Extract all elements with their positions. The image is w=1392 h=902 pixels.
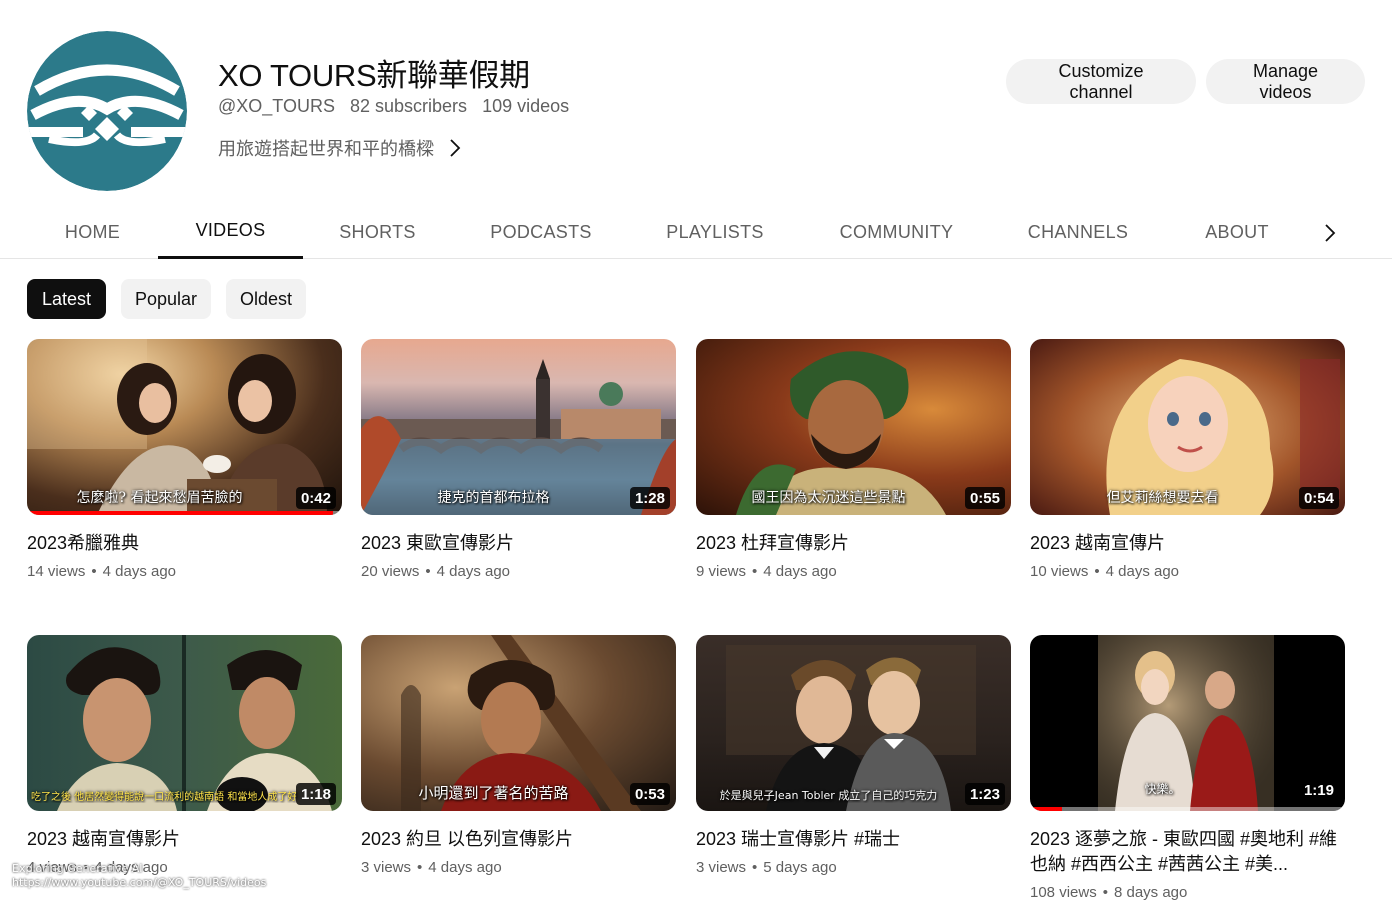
- video-card[interactable]: 捷克的首都布拉格 1:28 2023 東歐宣傳影片 20 views • 4 day…: [361, 339, 676, 580]
- video-thumbnail[interactable]: 怎麼啦? 看起來愁眉苦臉的 0:42: [27, 339, 342, 515]
- video-thumbnail[interactable]: 捷克的首都布拉格 1:28: [361, 339, 676, 515]
- thumbnail-art: [726, 645, 976, 811]
- video-duration: 0:54: [1298, 487, 1339, 509]
- video-thumbnail[interactable]: 吃了之後 他居然變得能說一口流利的越南語 和當地人成了好 1:18: [27, 635, 342, 811]
- channel-header: XO TOURS新聯華假期 @XO_TOURS 82 subscribers 1…: [0, 0, 1392, 205]
- video-title[interactable]: 2023希臘雅典: [27, 531, 342, 556]
- tab-channels[interactable]: CHANNELS: [1013, 205, 1143, 259]
- video-thumbnail[interactable]: 小明還到了著名的苦路 0:53: [361, 635, 676, 811]
- status-line-title: Exploring Generative AI: [12, 862, 143, 875]
- view-count: 3 views: [361, 859, 412, 876]
- video-card[interactable]: 怎麼啦? 看起來愁眉苦臉的 0:42 2023希臘雅典 14 views • 4 d…: [27, 339, 342, 580]
- video-stats: 108 views • 8 days ago: [1030, 884, 1188, 901]
- upload-age: 5 days ago: [763, 859, 837, 876]
- upload-age: 4 days ago: [763, 563, 837, 580]
- filter-latest-chip[interactable]: Latest: [27, 279, 106, 319]
- subscriber-count: 82 subscribers: [349, 96, 468, 116]
- video-title[interactable]: 2023 杜拜宣傳影片: [696, 531, 1011, 556]
- thumbnail-art: [57, 635, 332, 811]
- video-title[interactable]: 2023 越南宣傳影片: [27, 827, 342, 852]
- video-duration: 1:23: [964, 783, 1005, 805]
- thumbnail-caption: 於是與兒子Jean Tobler 成立了自己的巧克力: [719, 789, 938, 802]
- video-duration: 0:55: [964, 487, 1005, 509]
- video-stats: 10 views • 4 days ago: [1030, 563, 1180, 580]
- video-title[interactable]: 2023 瑞士宣傳影片 #瑞士: [696, 827, 1011, 852]
- video-duration: 1:28: [629, 487, 670, 509]
- video-stats: 3 views • 5 days ago: [696, 859, 837, 876]
- video-thumbnail[interactable]: 但艾莉絲想要去看 0:54: [1030, 339, 1345, 515]
- video-stats: 9 views • 4 days ago: [696, 563, 837, 580]
- video-stats: 3 views • 4 days ago: [361, 859, 502, 876]
- thumbnail-caption: 小明還到了著名的苦路: [418, 784, 569, 802]
- view-count: 3 views: [696, 859, 747, 876]
- status-line-url: https://www.youtube.com/@XO_TOURS/videos: [12, 876, 267, 889]
- thumbnail-caption: 吃了之後 他居然變得能說一口流利的越南語 和當地人成了好: [31, 792, 298, 803]
- customize-channel-button[interactable]: Customize channel: [1006, 59, 1196, 104]
- video-title[interactable]: 2023 逐夢之旅 - 東歐四國 #奧地利 #維也納 #西西公主 #茜茜公主 #…: [1030, 827, 1345, 877]
- video-card[interactable]: 快樂。 1:19 2023 逐夢之旅 - 東歐四國 #奧地利 #維也納 #西西公…: [1030, 635, 1345, 901]
- tab-home[interactable]: HOME: [40, 205, 145, 259]
- watch-progress-track: [1030, 807, 1345, 811]
- video-title[interactable]: 2023 約旦 以色列宣傳影片: [361, 827, 676, 852]
- video-count: 109 videos: [482, 96, 570, 116]
- channel-description-text: 用旅遊搭起世界和平的橋樑: [218, 139, 434, 159]
- filter-oldest-chip[interactable]: Oldest: [226, 279, 306, 319]
- video-thumbnail[interactable]: 國王因為太沉迷這些景點 0:55: [696, 339, 1011, 515]
- channel-tabs: HOME VIDEOS SHORTS PODCASTS PLAYLISTS CO…: [0, 205, 1392, 259]
- video-title[interactable]: 2023 東歐宣傳影片: [361, 531, 676, 556]
- video-card[interactable]: 小明還到了著名的苦路 0:53 2023 約旦 以色列宣傳影片 3 views •…: [361, 635, 676, 876]
- view-count: 20 views: [361, 563, 420, 580]
- view-count: 14 views: [27, 563, 86, 580]
- video-duration: 0:53: [629, 783, 670, 805]
- video-title[interactable]: 2023 越南宣傳片: [1030, 531, 1345, 556]
- channel-name: XO TOURS新聯華假期: [218, 58, 530, 93]
- thumbnail-caption: 快樂。: [1144, 782, 1181, 796]
- view-count: 9 views: [696, 563, 747, 580]
- upload-age: 4 days ago: [428, 859, 502, 876]
- thumbnail-caption: 捷克的首都布拉格: [437, 490, 550, 506]
- upload-age: 4 days ago: [436, 563, 511, 580]
- video-card[interactable]: 吃了之後 他居然變得能說一口流利的越南語 和當地人成了好 1:18 2023 越…: [27, 635, 342, 876]
- thumbnail-caption: 國王因為太沉迷這些景點: [751, 490, 906, 506]
- tab-community[interactable]: COMMUNITY: [825, 205, 968, 259]
- thumbnail-caption: 但艾莉絲想要去看: [1106, 490, 1219, 506]
- video-duration: 0:42: [295, 487, 336, 509]
- channel-avatar[interactable]: [27, 31, 187, 191]
- upload-age: 4 days ago: [102, 563, 177, 580]
- video-card[interactable]: 於是與兒子Jean Tobler 成立了自己的巧克力 1:23 2023 瑞士宣…: [696, 635, 1011, 876]
- upload-age: 4 days ago: [1105, 563, 1180, 580]
- tabs-scroll-right-button[interactable]: [1310, 217, 1350, 249]
- tab-about[interactable]: ABOUT: [1190, 205, 1284, 259]
- view-count: 10 views: [1030, 563, 1089, 580]
- chevron-right-icon: [450, 139, 461, 157]
- link-status-overlay: Exploring Generative AI https://www.yout…: [12, 862, 266, 890]
- video-duration: 1:18: [295, 783, 336, 805]
- tab-podcasts[interactable]: PODCASTS: [478, 205, 604, 259]
- video-stats: 14 views • 4 days ago: [27, 563, 177, 580]
- watch-progress-bar: [27, 511, 333, 515]
- tab-videos[interactable]: VIDEOS: [158, 205, 303, 259]
- video-thumbnail[interactable]: 快樂。 1:19: [1030, 635, 1345, 811]
- channel-meta: @XO_TOURS 82 subscribers 109 videos: [218, 96, 579, 117]
- tab-shorts[interactable]: SHORTS: [320, 205, 435, 259]
- thumbnail-caption: 怎麼啦? 看起來愁眉苦臉的: [76, 490, 243, 506]
- channel-description[interactable]: 用旅遊搭起世界和平的橋樑: [218, 135, 462, 161]
- tab-playlists[interactable]: PLAYLISTS: [652, 205, 778, 259]
- upload-age: 8 days ago: [1113, 884, 1188, 901]
- view-count: 108 views: [1030, 884, 1097, 901]
- video-card[interactable]: 但艾莉絲想要去看 0:54 2023 越南宣傳片 10 views • 4 days…: [1030, 339, 1345, 580]
- video-thumbnail[interactable]: 於是與兒子Jean Tobler 成立了自己的巧克力 1:23: [696, 635, 1011, 811]
- video-stats: 20 views • 4 days ago: [361, 563, 511, 580]
- video-card[interactable]: 國王因為太沉迷這些景點 0:55 2023 杜拜宣傳影片 9 views • 4 d…: [696, 339, 1011, 580]
- xo-tours-logo-icon: [27, 31, 187, 191]
- channel-handle: @XO_TOURS: [218, 96, 335, 116]
- chevron-right-icon: [1325, 224, 1336, 242]
- video-duration: 1:19: [1298, 779, 1339, 801]
- filter-popular-chip[interactable]: Popular: [121, 279, 211, 319]
- watch-progress-bar: [1030, 807, 1062, 811]
- manage-videos-button[interactable]: Manage videos: [1206, 59, 1365, 104]
